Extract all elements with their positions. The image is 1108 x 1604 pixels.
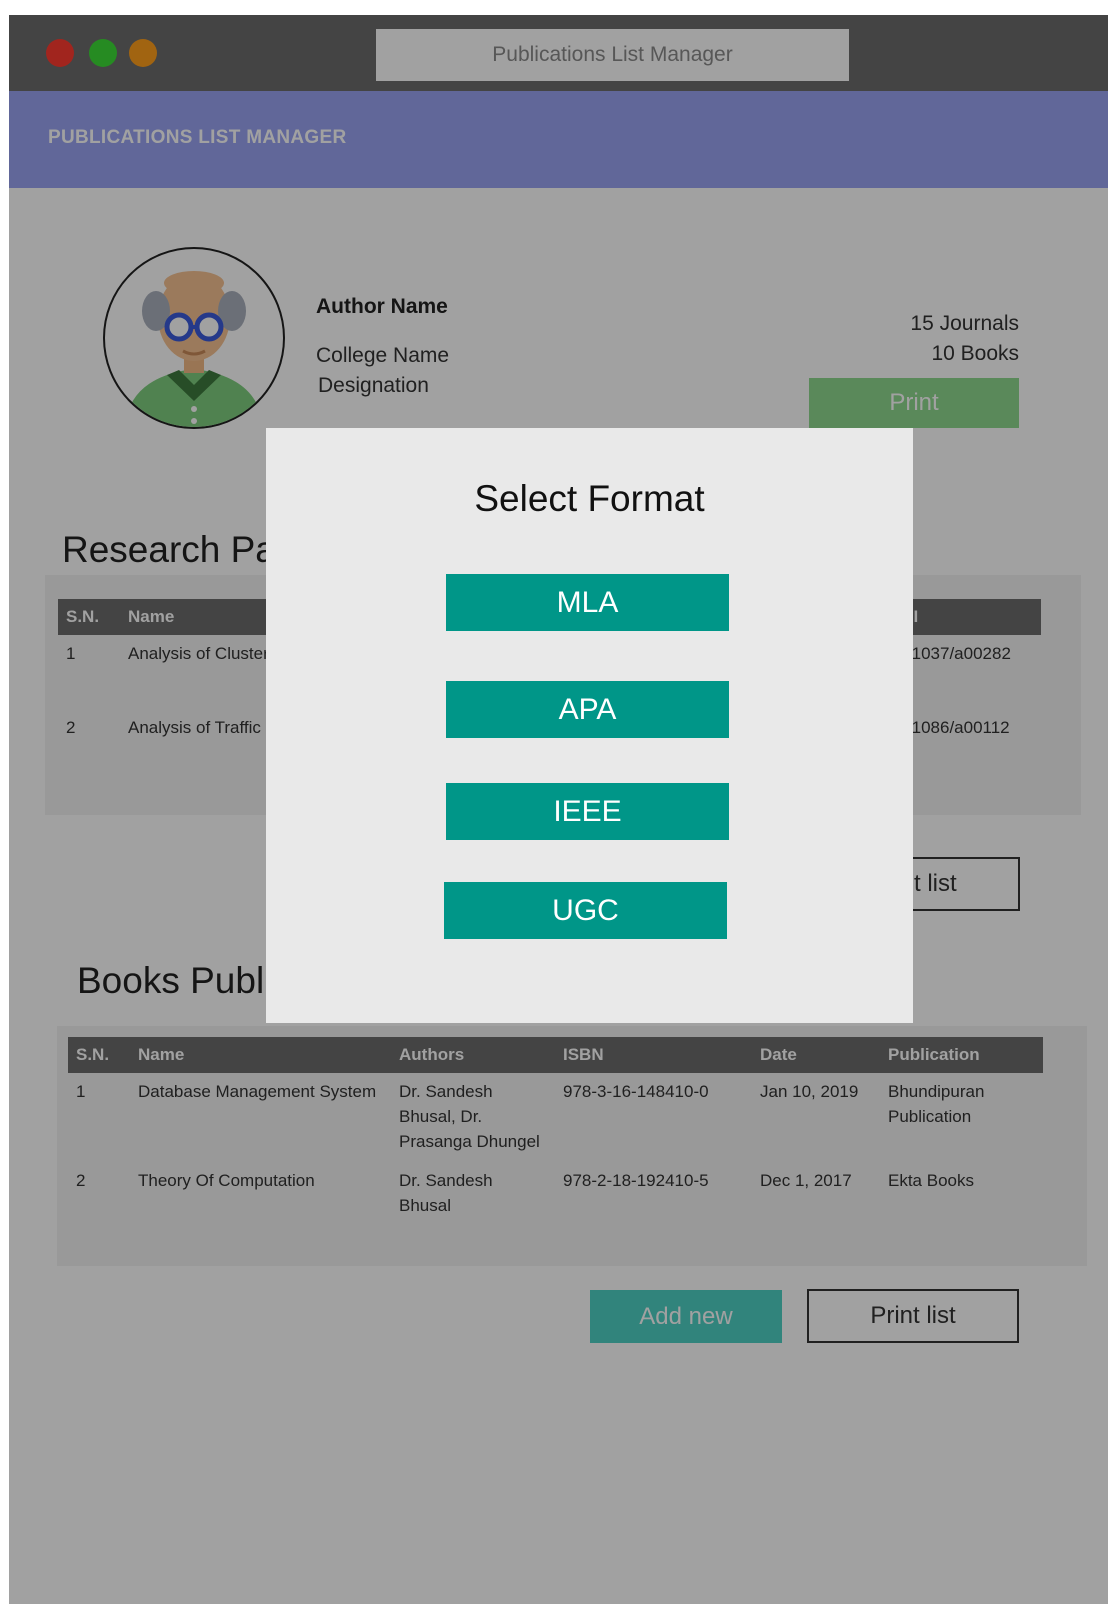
select-format-dialog: Select Format MLA APA IEEE UGC [266, 428, 913, 1023]
apa-format-button[interactable]: APA [446, 681, 729, 738]
ugc-format-button[interactable]: UGC [444, 882, 727, 939]
app-window: Publications List Manager PUBLICATIONS L… [9, 15, 1108, 1604]
ieee-format-button[interactable]: IEEE [446, 783, 729, 840]
mla-format-button[interactable]: MLA [446, 574, 729, 631]
dialog-title: Select Format [474, 478, 705, 519]
